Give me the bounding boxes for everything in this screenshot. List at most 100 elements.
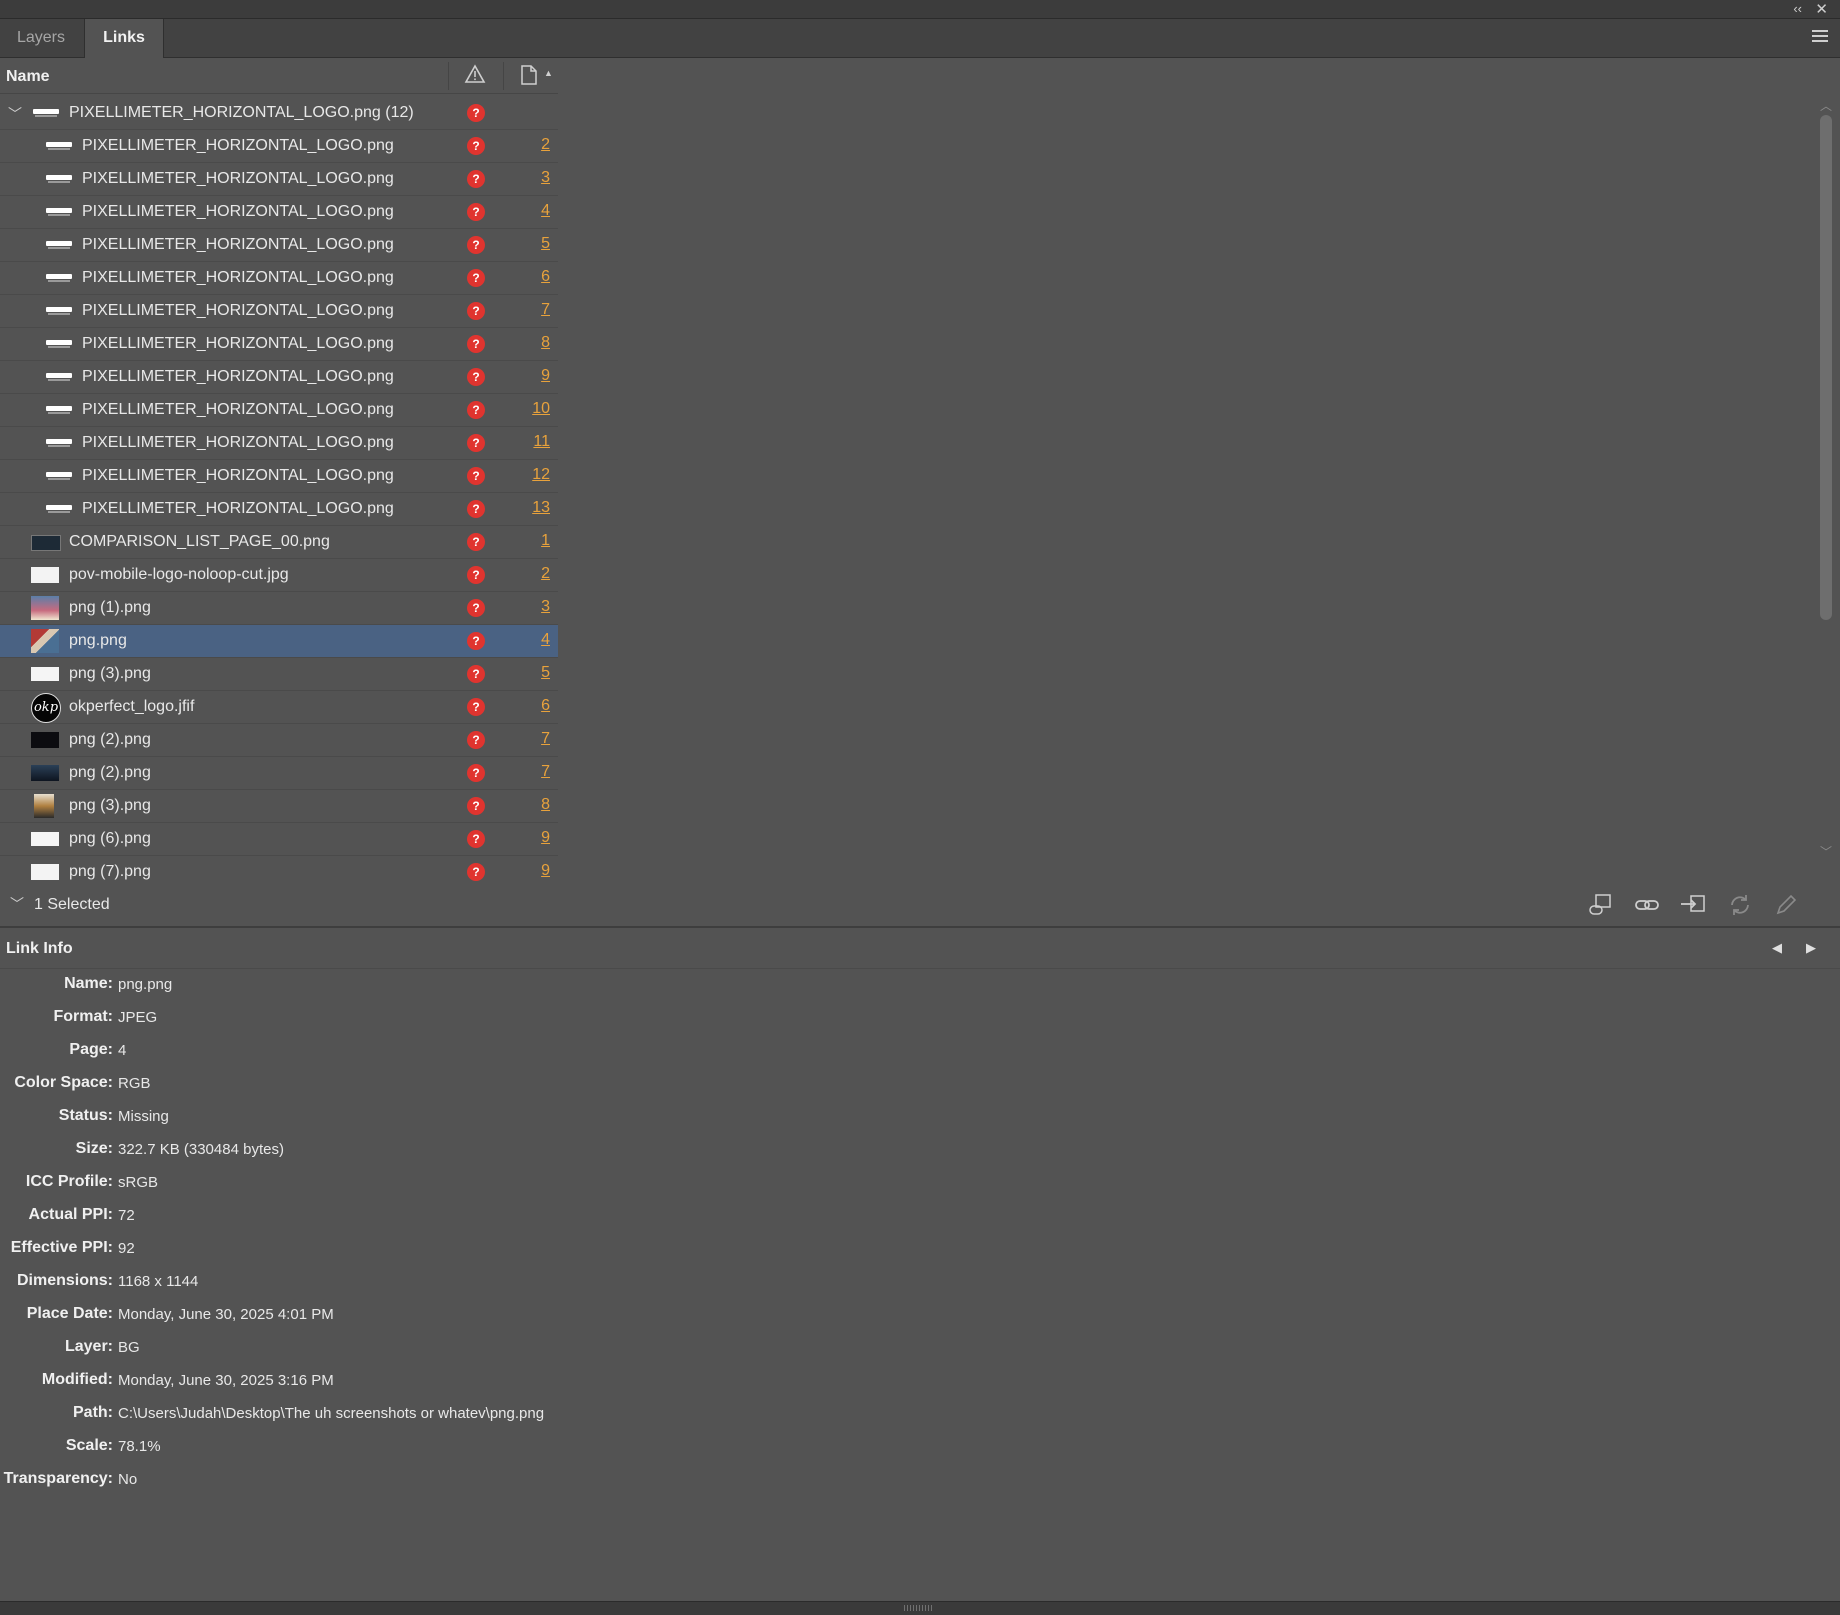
link-row[interactable]: PIXELLIMETER_HORIZONTAL_LOGO.png? 2 [0,130,558,163]
edit-original-icon[interactable] [1772,892,1800,918]
link-row[interactable]: png.png? 4 [0,625,558,658]
relink-from-folder-icon[interactable] [1586,892,1614,918]
page-number-link[interactable]: 6 [541,268,550,286]
missing-link-icon[interactable]: ? [467,830,485,848]
warning-triangle-icon[interactable] [464,64,486,84]
link-row[interactable]: PIXELLIMETER_HORIZONTAL_LOGO.png? 8 [0,328,558,361]
link-row[interactable]: PIXELLIMETER_HORIZONTAL_LOGO.png? 4 [0,196,558,229]
link-row[interactable]: PIXELLIMETER_HORIZONTAL_LOGO.png? 3 [0,163,558,196]
column-divider[interactable] [503,62,504,90]
page-number-link[interactable]: 5 [541,664,550,682]
vertical-scrollbar[interactable]: ︿ ﹀ [1818,97,1834,860]
link-row[interactable]: PIXELLIMETER_HORIZONTAL_LOGO.png? 10 [0,394,558,427]
chevron-down-icon[interactable]: ﹀ [10,894,24,914]
missing-link-icon[interactable]: ? [467,632,485,650]
link-row[interactable]: png (7).png? 9 [0,856,558,881]
info-field: Format: JPEG [0,1002,1000,1035]
missing-link-icon[interactable]: ? [467,500,485,518]
link-row[interactable]: png (1).png? 3 [0,592,558,625]
next-link-icon[interactable]: ▶ [1806,940,1816,956]
page-number-link[interactable]: 7 [541,730,550,748]
page-number-link[interactable]: 2 [541,136,550,154]
missing-link-icon[interactable]: ? [467,599,485,617]
missing-link-icon[interactable]: ? [467,335,485,353]
missing-link-icon[interactable]: ? [467,269,485,287]
link-row[interactable]: PIXELLIMETER_HORIZONTAL_LOGO.png? 11 [0,427,558,460]
missing-link-icon[interactable]: ? [467,137,485,155]
missing-link-icon[interactable]: ? [467,467,485,485]
page-number-link[interactable]: 7 [541,301,550,319]
links-list[interactable]: ﹀ PIXELLIMETER_HORIZONTAL_LOGO.png (12)? P… [0,97,558,881]
missing-link-icon[interactable]: ? [467,797,485,815]
link-row[interactable]: png (3).png? 8 [0,790,558,823]
page-number-link[interactable]: 9 [541,367,550,385]
link-row[interactable]: png (2).png? 7 [0,724,558,757]
scroll-down-icon[interactable]: ﹀ [1820,843,1832,860]
page-number-link[interactable]: 3 [541,598,550,616]
missing-link-icon[interactable]: ? [467,401,485,419]
collapse-panel-icon[interactable]: ‹‹ [1793,1,1802,16]
page-number-link[interactable]: 13 [532,499,550,517]
tab-links[interactable]: Links [84,19,164,58]
page-number-link[interactable]: 2 [541,565,550,583]
missing-link-icon[interactable]: ? [467,665,485,683]
missing-link-icon[interactable]: ? [467,566,485,584]
missing-link-icon[interactable]: ? [467,731,485,749]
page-number-link[interactable]: 11 [533,433,550,451]
link-row[interactable]: PIXELLIMETER_HORIZONTAL_LOGO.png? 13 [0,493,558,526]
link-name: png.png [69,632,127,649]
missing-link-icon[interactable]: ? [467,764,485,782]
column-name-header[interactable]: Name [6,68,50,86]
missing-link-icon[interactable]: ? [467,368,485,386]
scroll-up-icon[interactable]: ︿ [1820,97,1832,114]
panel-menu-icon[interactable] [1812,30,1828,45]
link-row[interactable]: okp okperfect_logo.jfif? 6 [0,691,558,724]
relink-icon[interactable] [1633,892,1661,918]
page-number-link[interactable]: 6 [541,697,550,715]
page-number-link[interactable]: 4 [541,202,550,220]
missing-link-icon[interactable]: ? [467,698,485,716]
missing-link-icon[interactable]: ? [467,203,485,221]
link-row[interactable]: png (3).png? 5 [0,658,558,691]
page-number-link[interactable]: 8 [541,796,550,814]
page-number-link[interactable]: 7 [541,763,550,781]
page-number-link[interactable]: 4 [541,631,550,649]
link-row[interactable]: PIXELLIMETER_HORIZONTAL_LOGO.png? 6 [0,262,558,295]
resize-grip[interactable] [904,1605,934,1611]
page-number-link[interactable]: 12 [532,466,550,484]
go-to-link-icon[interactable] [1679,892,1707,918]
page-number-link[interactable]: 9 [541,829,550,847]
column-divider[interactable] [448,62,449,90]
page-number-link[interactable]: 1 [541,532,550,550]
missing-link-icon[interactable]: ? [467,302,485,320]
link-row[interactable]: PIXELLIMETER_HORIZONTAL_LOGO.png? 5 [0,229,558,262]
link-row[interactable]: COMPARISON_LIST_PAGE_00.png? 1 [0,526,558,559]
link-row[interactable]: PIXELLIMETER_HORIZONTAL_LOGO.png? 9 [0,361,558,394]
missing-link-icon[interactable]: ? [467,236,485,254]
page-number-link[interactable]: 9 [541,862,550,880]
link-row[interactable]: png (2).png? 7 [0,757,558,790]
link-row[interactable]: pov-mobile-logo-noloop-cut.jpg? 2 [0,559,558,592]
missing-link-icon[interactable]: ? [467,170,485,188]
page-number-link[interactable]: 10 [532,400,550,418]
link-row[interactable]: PIXELLIMETER_HORIZONTAL_LOGO.png? 12 [0,460,558,493]
previous-link-icon[interactable]: ◀ [1772,940,1782,956]
page-number-link[interactable]: 5 [541,235,550,253]
missing-link-icon[interactable]: ? [467,104,485,122]
link-row[interactable]: png (6).png? 9 [0,823,558,856]
missing-link-icon[interactable]: ? [467,434,485,452]
page-icon[interactable] [520,65,538,85]
logo-thumbnail [44,200,74,224]
chevron-down-icon[interactable]: ﹀ [8,104,22,124]
update-link-icon[interactable] [1726,892,1754,918]
page-number-link[interactable]: 8 [541,334,550,352]
tab-layers[interactable]: Layers [0,19,82,57]
link-row[interactable]: PIXELLIMETER_HORIZONTAL_LOGO.png? 7 [0,295,558,328]
missing-link-icon[interactable]: ? [467,533,485,551]
scrollbar-thumb[interactable] [1820,115,1832,620]
close-icon[interactable]: ✕ [1815,0,1828,18]
page-number-link[interactable]: 3 [541,169,550,187]
link-row[interactable]: ﹀ PIXELLIMETER_HORIZONTAL_LOGO.png (12)? [0,97,558,130]
sort-ascending-icon[interactable]: ▲ [544,68,553,78]
missing-link-icon[interactable]: ? [467,863,485,881]
